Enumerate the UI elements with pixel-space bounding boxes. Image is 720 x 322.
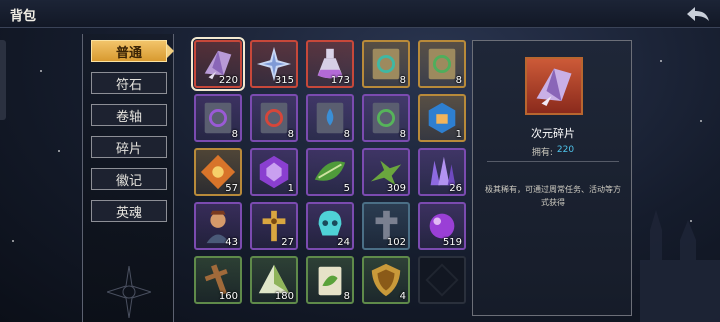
inventory-slot-purple-gem[interactable]: 1: [250, 148, 298, 196]
inventory-slot-warrior-portrait[interactable]: 43: [194, 202, 242, 250]
ornament-icon: [107, 266, 151, 318]
inventory-slot-purple-orb[interactable]: 519: [418, 202, 466, 250]
item-count: 4: [399, 291, 406, 302]
item-count: 57: [225, 183, 238, 194]
item-count: 8: [287, 129, 294, 140]
inventory-slot-potion-flask[interactable]: 173: [306, 40, 354, 88]
item-count: 102: [386, 237, 406, 248]
item-count: 315: [274, 75, 294, 86]
inventory-slot-crystal-shard[interactable]: 220: [191, 37, 245, 91]
item-count: 24: [337, 237, 350, 248]
window-title: 背包: [10, 9, 37, 24]
inventory-slot-blue-rune-stone[interactable]: 1: [418, 94, 466, 142]
top-bar: 背包: [0, 0, 720, 28]
item-count: 160: [218, 291, 238, 302]
inventory-slot-golden-cross[interactable]: 27: [250, 202, 298, 250]
item-count: 1: [287, 183, 294, 194]
item-count: 26: [449, 183, 462, 194]
owned-count: 拥有: 220: [473, 145, 633, 158]
category-tabs: 普通 符石 卷轴 碎片 徽记 英魂: [82, 34, 174, 322]
inventory-slot-cyan-skull[interactable]: 24: [306, 202, 354, 250]
inventory-slot-golden-shield[interactable]: 4: [362, 256, 410, 304]
back-button[interactable]: [684, 3, 712, 25]
inventory-slot-green-dragon[interactable]: 309: [362, 148, 410, 196]
divider: [487, 161, 619, 162]
inventory-grid: 220 315 173 8 8 8 8 8 8 1 57 1 5 309 26 …: [186, 34, 466, 322]
inventory-slot-scroll-green-rune[interactable]: 8: [418, 40, 466, 88]
item-count: 180: [274, 291, 294, 302]
item-count: 173: [330, 75, 350, 86]
item-count: 43: [225, 237, 238, 248]
item-count: 8: [343, 129, 350, 140]
item-count: 5: [343, 183, 350, 194]
inventory-slot-orange-emblem[interactable]: 57: [194, 148, 242, 196]
inventory-slot-scroll-green-sigil[interactable]: 8: [362, 94, 410, 142]
inventory-slot-herb-packet[interactable]: 8: [306, 256, 354, 304]
inventory-slot-stone-cross[interactable]: 102: [362, 202, 410, 250]
side-handle[interactable]: [0, 40, 6, 120]
inventory-slot-scroll-purple-rune[interactable]: 8: [194, 94, 242, 142]
tab-fragment[interactable]: 碎片: [91, 136, 167, 158]
item-name: 次元碎片: [531, 127, 575, 140]
item-count: 220: [218, 75, 238, 86]
inventory-slot-empty[interactable]: [418, 256, 466, 304]
inventory-slot-wooden-cross[interactable]: 160: [194, 256, 242, 304]
owned-value: 220: [556, 145, 575, 155]
inventory-slot-scroll-red-rune[interactable]: 8: [250, 94, 298, 142]
tab-emblem[interactable]: 徽记: [91, 168, 167, 190]
inventory-slot-scroll-teal-rune[interactable]: 8: [362, 40, 410, 88]
castle-silhouette-icon: [640, 210, 720, 322]
crystal-shard-icon: [536, 68, 572, 106]
owned-label: 拥有:: [531, 148, 553, 158]
item-count: 8: [231, 129, 238, 140]
item-count: 8: [455, 75, 462, 86]
item-count: 1: [455, 129, 462, 140]
tab-scroll[interactable]: 卷轴: [91, 104, 167, 126]
detail-item-frame: [525, 57, 583, 115]
inventory-slot-scroll-blue-drop[interactable]: 8: [306, 94, 354, 142]
inventory-slot-rice-dumpling[interactable]: 180: [250, 256, 298, 304]
inventory-slot-purple-crystals[interactable]: 26: [418, 148, 466, 196]
tab-runestone[interactable]: 符石: [91, 72, 167, 94]
inventory-slot-star-fragment[interactable]: 315: [250, 40, 298, 88]
item-count: 27: [281, 237, 294, 248]
inventory-slot-green-leaf-talisman[interactable]: 5: [306, 148, 354, 196]
item-count: 8: [399, 75, 406, 86]
tab-common[interactable]: 普通: [91, 40, 174, 62]
item-count: 8: [399, 129, 406, 140]
back-arrow-icon: [687, 7, 709, 21]
item-count: 8: [343, 291, 350, 302]
item-detail-panel: 次元碎片 拥有: 220 极其稀有，可通过周常任务、活动等方式获得: [472, 40, 632, 316]
empty-slot-icon: [425, 263, 459, 297]
item-description: 极其稀有，可通过周常任务、活动等方式获得: [485, 185, 621, 207]
tab-hero-soul[interactable]: 英魂: [91, 200, 167, 222]
item-count: 309: [386, 183, 406, 194]
item-count: 519: [442, 237, 462, 248]
